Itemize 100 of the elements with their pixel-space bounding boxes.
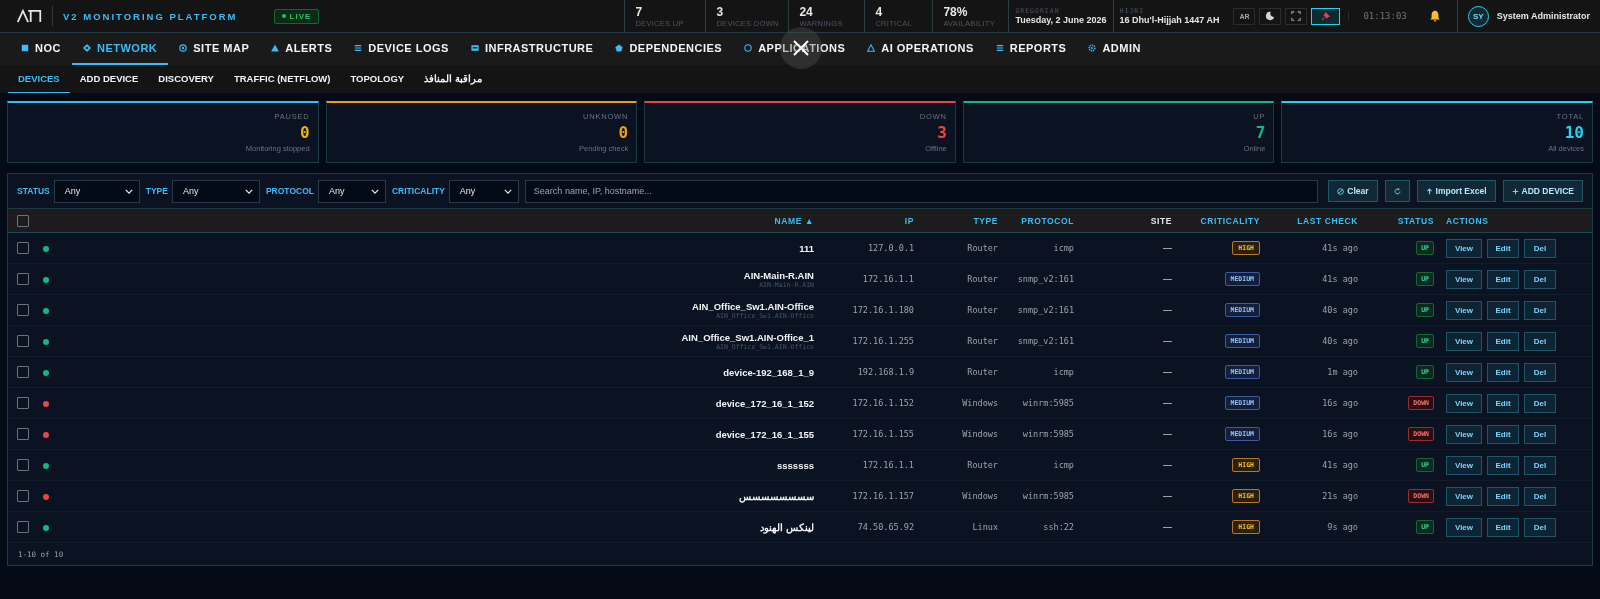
toolbar-button[interactable] (1384, 180, 1410, 202)
row-action-button[interactable]: View (1446, 362, 1482, 382)
row-action-button[interactable]: Edit (1487, 238, 1519, 258)
row-checkbox[interactable] (17, 366, 29, 378)
type-cell: Router (967, 305, 998, 315)
device-name: AIN-Main-R.AIN (742, 269, 814, 281)
row-checkbox[interactable] (17, 428, 29, 440)
sub-tab[interactable]: DISCOVERY (148, 65, 224, 93)
sub-tab[interactable]: ADD DEVICE (69, 65, 149, 93)
row-action-button[interactable]: Edit (1487, 300, 1519, 320)
row-action-button[interactable]: View (1446, 238, 1482, 258)
sub-tab[interactable]: TRAFFIC (NETFLOW) (223, 65, 341, 93)
nav-tab[interactable]: SITE MAP (168, 33, 261, 65)
nav-tab[interactable]: DEPENDENCIES (604, 33, 734, 65)
last-check-cell: 1m ago (1327, 367, 1358, 377)
sub-tab[interactable]: مراقبة المنافذ (414, 65, 492, 93)
row-action-button[interactable]: Edit (1487, 393, 1519, 413)
row-action-button[interactable]: Edit (1487, 455, 1519, 475)
nav-tab[interactable]: ADMIN (1077, 33, 1152, 65)
nav-tab[interactable]: INFRASTRUCTURE (459, 33, 605, 65)
filter-select[interactable]: Any (448, 179, 519, 203)
row-action-button[interactable]: Del (1524, 269, 1556, 289)
user-name[interactable]: System Administrator (1496, 11, 1590, 21)
filter-select[interactable]: Any (171, 179, 260, 203)
row-checkbox[interactable] (17, 459, 29, 471)
toolbar-button[interactable]: Import Excel (1416, 180, 1496, 202)
type-cell: Router (967, 336, 998, 346)
bell-icon[interactable] (1428, 10, 1441, 22)
clock: 01:13:03 (1348, 11, 1429, 21)
row-action-button[interactable]: Edit (1487, 362, 1519, 382)
user-avatar[interactable]: SY (1467, 5, 1489, 27)
site-cell: — (1163, 398, 1172, 408)
site-cell: — (1163, 274, 1172, 284)
row-action-button[interactable]: Del (1524, 424, 1556, 444)
select-all-checkbox[interactable] (17, 214, 29, 227)
toolbar-button[interactable]: ADD DEVICE (1502, 180, 1583, 202)
last-check-cell: 40s ago (1322, 336, 1358, 346)
triangle-icon (867, 44, 876, 52)
row-action-button[interactable]: View (1446, 300, 1482, 320)
row-action-button[interactable]: View (1446, 393, 1482, 413)
row-action-button[interactable]: Del (1524, 393, 1556, 413)
nav-tab[interactable]: DEVICE LOGS (343, 33, 460, 65)
sub-tab[interactable]: DEVICES (8, 65, 70, 93)
row-action-button[interactable]: Del (1524, 300, 1556, 320)
row-checkbox[interactable] (17, 335, 29, 347)
pin-button[interactable] (1311, 7, 1341, 25)
fullscreen-button[interactable] (1285, 7, 1308, 25)
row-action-button[interactable]: Del (1524, 362, 1556, 382)
site-cell: — (1163, 429, 1172, 439)
row-action-button[interactable]: Del (1524, 455, 1556, 475)
row-action-button[interactable]: Edit (1487, 517, 1519, 537)
row-checkbox[interactable] (17, 397, 29, 409)
protocol-cell: snmp_v2:161 (1017, 274, 1074, 284)
site-cell: — (1163, 491, 1172, 501)
row-action-button[interactable]: Del (1524, 517, 1556, 537)
site-cell: — (1163, 305, 1172, 315)
settings-icon (1088, 44, 1097, 52)
column-header: ACTIONS (1446, 215, 1489, 226)
filter-select[interactable]: Any (53, 179, 140, 203)
row-checkbox[interactable] (17, 304, 29, 316)
toolbar-button[interactable]: Clear (1328, 180, 1378, 202)
circle-icon (744, 44, 753, 52)
ip-cell: 172.16.1.157 (852, 491, 914, 501)
filter-select[interactable]: Any (317, 179, 386, 203)
device-name: AIN_Office_Sw1.AIN-Office_1 (680, 331, 814, 343)
row-action-button[interactable]: View (1446, 455, 1482, 475)
column-header[interactable]: NAME ▲ (774, 215, 814, 226)
row-action-button[interactable]: Edit (1487, 269, 1519, 289)
stat-value: 7 (635, 4, 644, 19)
row-action-button[interactable]: Del (1524, 331, 1556, 351)
row-action-button[interactable]: View (1446, 269, 1482, 289)
ip-cell: 172.16.1.1 (862, 274, 914, 284)
row-action-button[interactable]: View (1446, 331, 1482, 351)
nav-tab[interactable]: AI OPERATIONS (856, 33, 985, 65)
sub-tab[interactable]: TOPOLOGY (340, 65, 415, 93)
row-action-button[interactable]: Del (1524, 486, 1556, 506)
row-action-button[interactable]: Edit (1487, 331, 1519, 351)
row-action-button[interactable]: Del (1524, 238, 1556, 258)
row-checkbox[interactable] (17, 490, 29, 502)
row-action-button[interactable]: View (1446, 424, 1482, 444)
chevron-icon (370, 188, 379, 194)
row-action-button[interactable]: Edit (1487, 424, 1519, 444)
row-action-button[interactable]: View (1446, 517, 1482, 537)
row-checkbox[interactable] (17, 273, 29, 285)
column-header: STATUS (1397, 215, 1434, 226)
row-action-button[interactable]: View (1446, 486, 1482, 506)
row-checkbox[interactable] (17, 242, 29, 254)
search-field[interactable]: Search name, IP, hostname... (524, 179, 1319, 203)
row-checkbox[interactable] (17, 521, 29, 533)
card-value: 0 (618, 123, 629, 142)
nav-tab[interactable]: NOC (10, 33, 72, 65)
device-name: device_172_16_1_152 (714, 397, 814, 409)
fullscreen-icon (1291, 11, 1302, 21)
filter-label: TYPE (145, 186, 168, 196)
row-action-button[interactable]: Edit (1487, 486, 1519, 506)
nav-tab[interactable]: REPORTS (984, 33, 1078, 65)
site-cell: — (1163, 460, 1172, 470)
theme-button[interactable] (1259, 7, 1282, 25)
nav-tab[interactable]: ALERTS (260, 33, 344, 65)
device-name: device-192_168_1_9 (722, 366, 814, 378)
